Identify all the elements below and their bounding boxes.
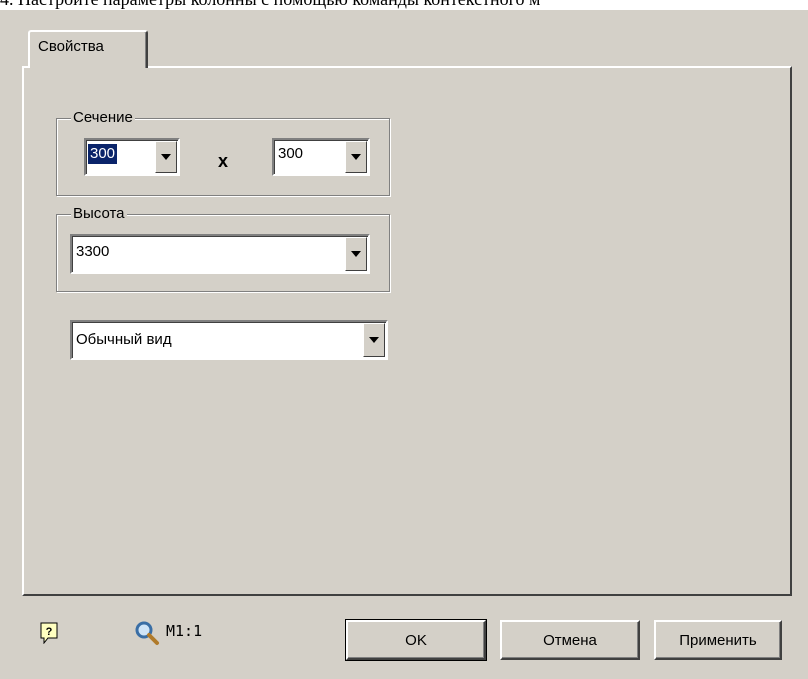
scale-label: M1:1 xyxy=(166,622,203,640)
section-width-combobox[interactable]: 300 xyxy=(84,138,180,176)
chevron-down-icon xyxy=(369,337,379,343)
chevron-down-icon xyxy=(161,154,171,160)
height-dropdown-button[interactable] xyxy=(345,237,367,271)
cancel-button-label: Отмена xyxy=(543,631,597,649)
ok-button-label: OK xyxy=(405,631,427,649)
view-mode-value[interactable]: Обычный вид xyxy=(76,330,172,350)
section-separator: x xyxy=(218,151,229,171)
view-mode-select[interactable]: Обычный вид xyxy=(70,320,388,360)
section-group-label: Сечение xyxy=(71,109,135,127)
help-icon[interactable]: ? xyxy=(40,622,58,644)
ok-button[interactable]: OK xyxy=(345,619,487,661)
section-width-dropdown-button[interactable] xyxy=(155,141,177,173)
section-height-dropdown-button[interactable] xyxy=(345,141,367,173)
tab-properties[interactable]: Свойства xyxy=(28,30,148,68)
chevron-down-icon xyxy=(351,251,361,257)
section-height-combobox[interactable]: 300 xyxy=(272,138,370,176)
apply-button[interactable]: Применить xyxy=(654,620,782,660)
apply-button-label: Применить xyxy=(679,631,757,649)
cancel-button[interactable]: Отмена xyxy=(500,620,640,660)
zoom-icon[interactable] xyxy=(134,620,160,646)
tab-properties-label: Свойства xyxy=(38,38,104,55)
height-value[interactable]: 3300 xyxy=(76,242,109,262)
svg-text:?: ? xyxy=(46,626,53,638)
top-caption-text: 4. Настройте параметры колонны с помощью… xyxy=(0,0,808,10)
chevron-down-icon xyxy=(351,154,361,160)
view-mode-dropdown-button[interactable] xyxy=(363,323,385,357)
section-width-value[interactable]: 300 xyxy=(88,144,118,164)
height-group-label: Высота xyxy=(71,205,127,223)
section-height-value[interactable]: 300 xyxy=(278,144,303,164)
height-combobox[interactable]: 3300 xyxy=(70,234,370,274)
